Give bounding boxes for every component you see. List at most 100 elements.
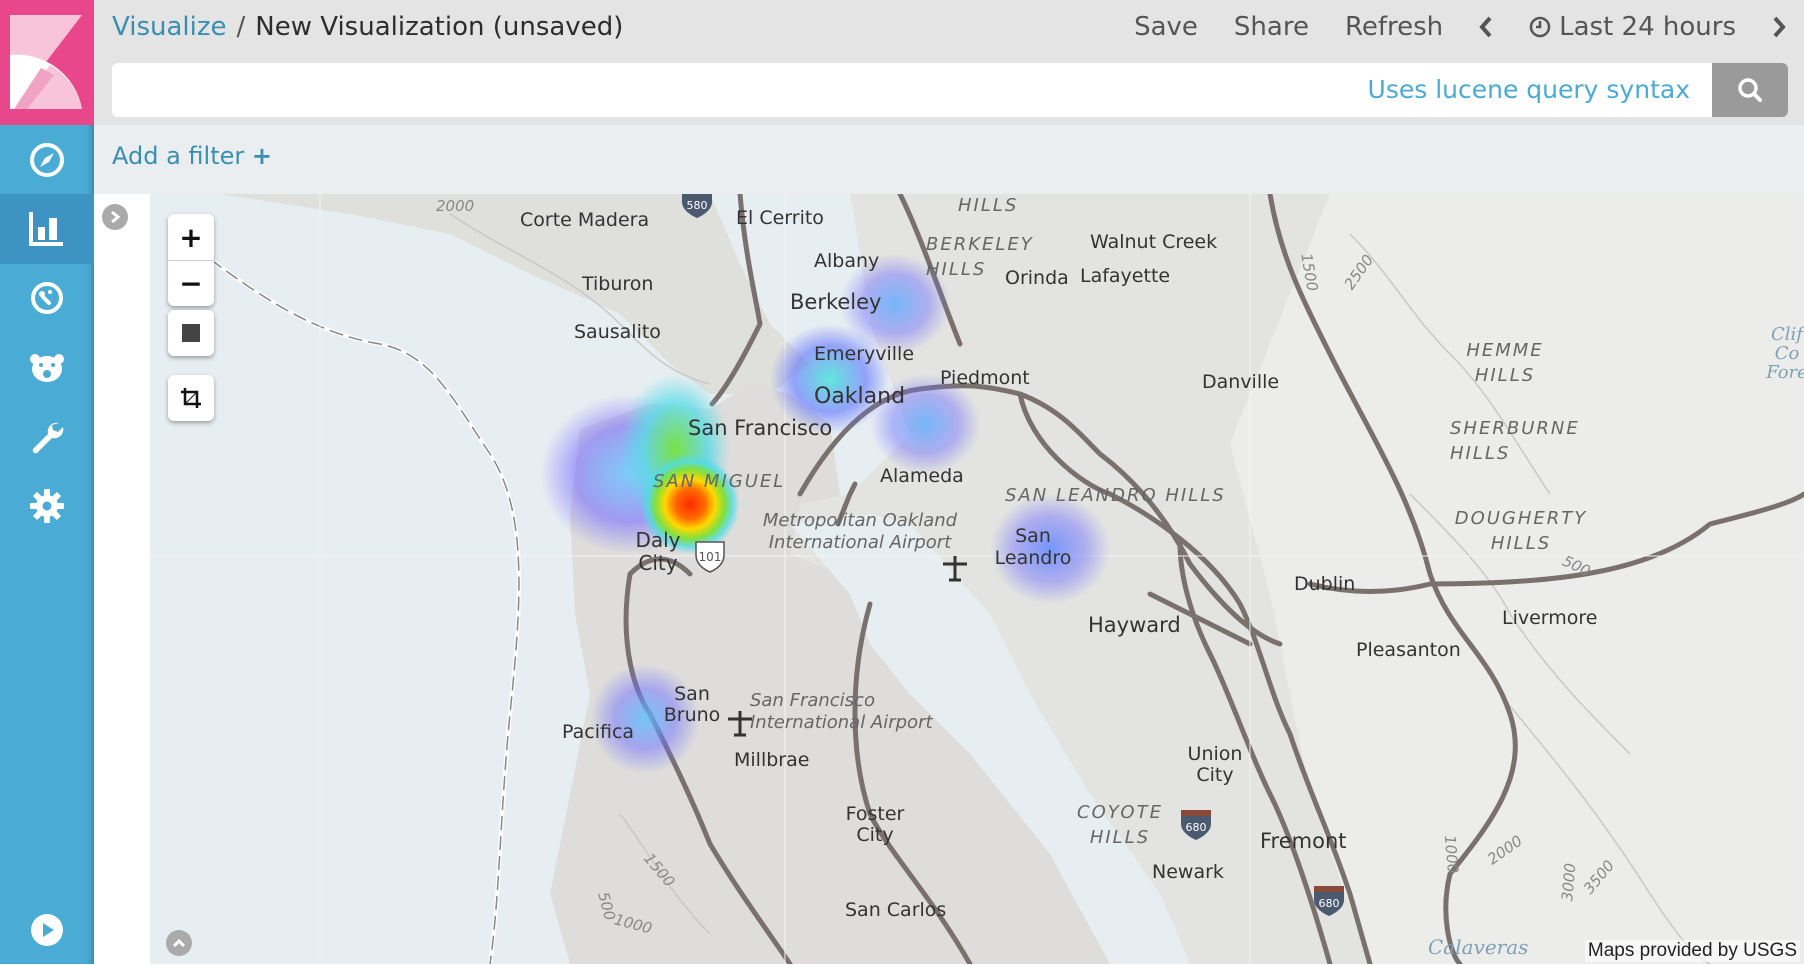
map-label: Dublin — [1294, 573, 1356, 595]
query-input[interactable] — [112, 63, 1412, 117]
map-label: Daly City — [635, 528, 681, 575]
bar-chart-icon — [29, 212, 63, 246]
map-label: San Francisco — [688, 416, 833, 440]
breadcrumb-separator: / — [236, 12, 246, 42]
map-label: Berkeley — [790, 290, 882, 314]
map-label: El Cerrito — [736, 207, 824, 229]
toggle-editor-button[interactable] — [102, 204, 128, 230]
sidebar-item-dashboard[interactable] — [0, 263, 94, 333]
wrench-icon — [32, 422, 64, 454]
map-region-label: HEMME HILLS — [1466, 340, 1544, 387]
map-label: Foster City — [845, 803, 905, 846]
map-label: Alameda — [880, 465, 964, 487]
map-airport-label: San Francisco International Airport — [750, 690, 933, 733]
map-region-label: SHERBURNE HILLS — [1450, 418, 1580, 465]
airport-icon — [943, 556, 967, 582]
share-button[interactable]: Share — [1234, 12, 1309, 42]
svg-text:580: 580 — [687, 199, 708, 212]
map-label: Piedmont — [940, 367, 1030, 389]
svg-text:680: 680 — [1186, 821, 1207, 834]
gear-icon — [30, 489, 64, 523]
map-label: Hayward — [1088, 613, 1181, 637]
search-button[interactable] — [1712, 63, 1788, 117]
toggle-legend-button[interactable] — [166, 930, 192, 956]
zoom-out-button[interactable]: − — [168, 260, 214, 306]
chevron-up-icon — [172, 938, 186, 948]
map-label: Fremont — [1260, 829, 1347, 853]
map-label: Corte Madera — [520, 209, 650, 231]
sidebar-item-timelion[interactable] — [0, 333, 94, 403]
sidebar-collapse-button[interactable] — [0, 895, 94, 965]
editor-panel-gutter — [94, 194, 150, 964]
map-region-label: COYOTE HILLS — [1077, 802, 1163, 849]
query-bar: Uses lucene query syntax — [112, 63, 1712, 117]
highway-shield-680: 680 — [1181, 810, 1211, 840]
highway-shield-680: 680 — [1314, 886, 1344, 916]
map-label: Livermore — [1502, 607, 1598, 629]
chevron-left-icon — [1479, 16, 1492, 38]
lucene-syntax-link[interactable]: Uses lucene query syntax — [1368, 75, 1690, 104]
highway-shield-101: 101 — [695, 541, 725, 573]
sidebar-item-visualize[interactable] — [0, 194, 94, 264]
time-next-button[interactable] — [1772, 16, 1786, 38]
map-region-label: DOUGHERTY HILLS — [1454, 508, 1588, 555]
plus-icon: + — [251, 142, 273, 170]
add-filter-label: Add a filter — [112, 142, 245, 170]
compass-icon — [30, 143, 64, 177]
clock-icon — [1529, 16, 1551, 38]
highway-shield-580: 580 — [682, 194, 712, 218]
map-water-label: Clif Co Fore — [1766, 324, 1804, 383]
map-label: San Carlos — [845, 899, 947, 921]
map-contour-label: 3000 — [1558, 862, 1580, 903]
map-label: Emeryville — [814, 343, 915, 365]
map-contour-label: 2000 — [436, 197, 475, 215]
sidebar-item-discover[interactable] — [0, 125, 94, 195]
play-circle-icon — [31, 914, 63, 946]
sidebar-item-management[interactable] — [0, 471, 94, 541]
map-label: San Bruno — [663, 683, 721, 726]
sidebar-item-dev-tools[interactable] — [0, 402, 94, 472]
fit-bounds-control — [168, 375, 214, 421]
breadcrumb-visualize-link[interactable]: Visualize — [112, 12, 227, 42]
map-label: Walnut Creek — [1090, 231, 1218, 253]
map-label: Union City — [1187, 743, 1243, 786]
add-filter-button[interactable]: Add a filter + — [112, 142, 272, 170]
map-container[interactable]: 580 101 680 680 Corte Madera El Cerrito … — [150, 194, 1804, 964]
draw-rectangle-control — [168, 310, 214, 356]
map-label: Millbrae — [734, 749, 810, 771]
map-label: Lafayette — [1080, 265, 1171, 287]
dashboard-gauge-icon — [31, 282, 63, 314]
kibana-logo-icon — [10, 15, 82, 109]
zoom-in-button[interactable]: + — [168, 214, 214, 260]
map-region-label: SAN MIGUEL — [653, 471, 786, 492]
square-icon — [182, 324, 200, 342]
map-basemap — [150, 194, 1804, 964]
save-button[interactable]: Save — [1134, 12, 1198, 42]
zoom-control: + − — [168, 214, 214, 306]
map-contour-label: 1000 — [1440, 834, 1462, 875]
top-menu: Save Share Refresh Last 24 hours — [1098, 12, 1786, 42]
fit-data-bounds-button[interactable] — [168, 375, 214, 421]
time-range-label: Last 24 hours — [1559, 12, 1736, 42]
draw-rectangle-button[interactable] — [168, 310, 214, 356]
chevron-right-icon — [111, 210, 121, 224]
map-airport-label: Metropolitan Oakland International Airpo… — [762, 510, 958, 553]
map-label: San Leandro — [994, 525, 1072, 569]
refresh-button[interactable]: Refresh — [1345, 12, 1443, 42]
kibana-logo[interactable] — [0, 0, 94, 125]
crop-icon — [181, 388, 201, 408]
map-label: Sausalito — [574, 321, 661, 343]
page-title: New Visualization (unsaved) — [255, 12, 624, 42]
top-nav: Visualize / New Visualization (unsaved) Sa… — [94, 0, 1804, 125]
time-prev-button[interactable] — [1479, 16, 1493, 38]
map-label: Danville — [1202, 371, 1280, 393]
chevron-right-icon — [1773, 16, 1786, 38]
time-picker-button[interactable]: Last 24 hours — [1529, 12, 1736, 42]
map-label: Albany — [814, 250, 880, 272]
sidebar — [0, 0, 94, 964]
search-icon — [1738, 78, 1762, 102]
svg-text:101: 101 — [699, 550, 722, 564]
map-region-label: HILLS — [958, 195, 1019, 216]
filter-bar: Add a filter + — [94, 125, 1804, 194]
map-region-label: BERKELEY HILLS — [926, 234, 1034, 281]
